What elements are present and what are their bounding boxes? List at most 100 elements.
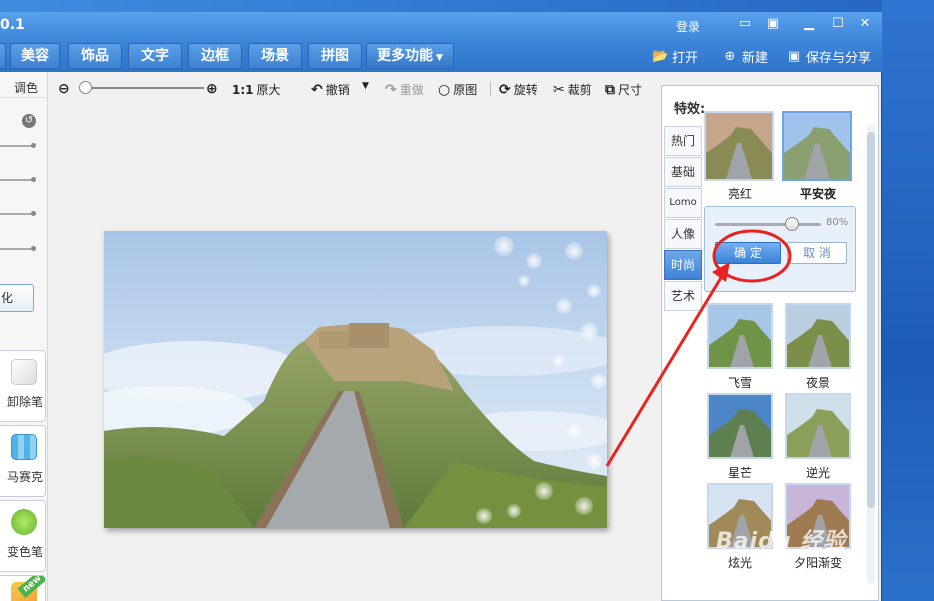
color-pen-tool-card[interactable]: 变色笔: [0, 500, 46, 572]
plus-circle-icon: ⊕: [724, 48, 736, 64]
adjust-slider[interactable]: [0, 211, 36, 216]
undo-icon: ↶: [311, 81, 323, 98]
scissors-icon: ✂: [553, 81, 565, 98]
category-lomo[interactable]: Lomo: [664, 188, 702, 218]
effect-thumbnail-label: 逆光: [805, 466, 830, 480]
maximize-icon[interactable]: ☐: [830, 16, 846, 32]
redo-icon: ↷: [385, 81, 397, 98]
original-size-label: 原大: [256, 83, 281, 97]
zoom-slider-track[interactable]: [86, 87, 204, 89]
chevron-down-icon: ▼: [436, 53, 443, 63]
eraser-tool-label: 卸除笔: [6, 395, 43, 409]
effect-thumbnail[interactable]: [785, 303, 851, 369]
new-button[interactable]: ⊕ 新建: [722, 47, 769, 67]
color-pen-tool-label: 变色笔: [6, 545, 43, 559]
crop-button[interactable]: ✂ 裁剪: [553, 81, 592, 98]
color-adjust-heading[interactable]: 调色: [0, 78, 48, 98]
category-art[interactable]: 艺术: [664, 281, 702, 311]
new-label: 新建: [742, 51, 769, 66]
adjust-slider[interactable]: [0, 177, 36, 182]
circle-icon: ○: [438, 81, 451, 98]
redo-label: 重做: [399, 83, 424, 97]
chat-icon[interactable]: ▭: [737, 16, 753, 32]
mosaic-icon: [11, 434, 37, 460]
tab-accessories[interactable]: 饰品: [68, 43, 122, 69]
confirm-button[interactable]: 确 定: [715, 242, 781, 264]
one-to-one-icon: 1:1: [232, 82, 254, 97]
original-size-button[interactable]: 1:1 原大: [232, 81, 281, 98]
adjust-slider[interactable]: [0, 246, 36, 251]
category-basic[interactable]: 基础: [664, 157, 702, 187]
effect-thumbnail[interactable]: [704, 111, 774, 181]
minimize-icon[interactable]: ▁: [801, 16, 817, 32]
resize-icon: ⧉: [605, 81, 615, 98]
category-hot[interactable]: 热门: [664, 126, 702, 156]
size-label: 尺寸: [618, 83, 643, 97]
undo-dropdown-icon[interactable]: ▼: [362, 81, 369, 91]
menu-icon[interactable]: ▣: [765, 16, 781, 32]
login-link[interactable]: 登录: [676, 18, 700, 35]
effects-scrollbar-thumb[interactable]: [867, 132, 875, 508]
cancel-button[interactable]: 取 消: [787, 242, 847, 264]
tab-more-label: 更多功能: [377, 48, 434, 64]
crop-label: 裁剪: [567, 83, 592, 97]
tab-frame[interactable]: 边框: [188, 43, 242, 69]
zoom-in-icon[interactable]: ⊕: [206, 81, 218, 97]
save-icon: ▣: [787, 48, 801, 64]
eraser-tool-card[interactable]: 卸除笔: [0, 350, 46, 422]
effect-thumbnail[interactable]: [782, 111, 852, 181]
redo-button[interactable]: ↷ 重做: [385, 81, 424, 98]
tab-collage[interactable]: 拼图: [308, 43, 362, 69]
auto-optimize-button[interactable]: 化: [0, 284, 34, 312]
original-image-label: 原图: [453, 83, 478, 97]
tab-more-features[interactable]: 更多功能 ▼: [366, 43, 454, 69]
effects-scrollbar[interactable]: [867, 124, 875, 584]
effects-title: 特效:: [674, 102, 706, 117]
effect-thumbnail-label: 夜景: [805, 376, 830, 390]
main-photo[interactable]: [104, 231, 607, 528]
intensity-percent: 80%: [826, 217, 849, 228]
save-share-label: 保存与分享: [806, 51, 872, 66]
size-button[interactable]: ⧉ 尺寸: [605, 81, 642, 98]
app-title: 0.1: [0, 17, 25, 33]
zoom-out-icon[interactable]: ⊖: [58, 81, 70, 97]
open-button[interactable]: 📂 打开: [652, 47, 699, 67]
effect-thumbnail[interactable]: [785, 393, 851, 459]
undo-button[interactable]: ↶ 撤销: [311, 81, 350, 98]
tab-text[interactable]: 文字: [128, 43, 182, 69]
desktop-background-top: [0, 0, 934, 12]
effect-thumbnail[interactable]: [707, 303, 773, 369]
effect-thumbnail[interactable]: [707, 393, 773, 459]
color-pen-icon: [11, 509, 37, 535]
save-share-button[interactable]: ▣ 保存与分享: [786, 47, 872, 67]
baidu-watermark: Baidu 经验: [716, 529, 847, 554]
open-label: 打开: [672, 51, 699, 66]
close-icon[interactable]: ✕: [857, 16, 873, 32]
tab-scene[interactable]: 场景: [248, 43, 302, 69]
category-fashion[interactable]: 时尚: [664, 250, 702, 280]
effect-thumbnail-label: 夕阳渐变: [793, 556, 842, 570]
folder-icon: 📂: [652, 48, 669, 64]
reset-icon[interactable]: ↺: [22, 114, 36, 128]
effect-intensity-popup: 80% 确 定 取 消: [704, 206, 856, 292]
intensity-slider-track[interactable]: [715, 223, 821, 226]
category-portrait[interactable]: 人像: [664, 219, 702, 249]
rotate-icon: ⟳: [499, 81, 511, 98]
zoom-slider-handle[interactable]: [79, 81, 92, 94]
effect-thumbnail-label: 星芒: [727, 466, 752, 480]
mosaic-tool-label: 马赛克: [6, 470, 43, 484]
rotate-button[interactable]: ⟳ 旋转: [499, 81, 538, 98]
canvas-toolbar: ⊖ ⊕ 1:1 原大 ↶ 撤销 ▼ ↷ 重做 ○ 原图 ⟳ 旋转 ✂ 裁剪 ⧉ …: [48, 72, 656, 104]
original-image-button[interactable]: ○ 原图: [438, 81, 477, 98]
rotate-label: 旋转: [513, 83, 538, 97]
adjust-slider[interactable]: [0, 143, 36, 148]
title-bar: 0.1 登录 ▭ ▣ ▁ ☐ ✕: [0, 12, 882, 40]
tab-partial[interactable]: [0, 43, 6, 69]
intensity-slider-handle[interactable]: [785, 217, 799, 231]
tab-beauty[interactable]: 美容: [10, 43, 60, 69]
new-tool-card[interactable]: new: [0, 575, 46, 601]
left-tool-panel: 调色 ↺ 化 卸除笔 马赛克 变色笔 new: [0, 72, 48, 601]
toolbar-divider: [490, 82, 491, 96]
eraser-icon: [11, 359, 37, 385]
mosaic-tool-card[interactable]: 马赛克: [0, 425, 46, 497]
